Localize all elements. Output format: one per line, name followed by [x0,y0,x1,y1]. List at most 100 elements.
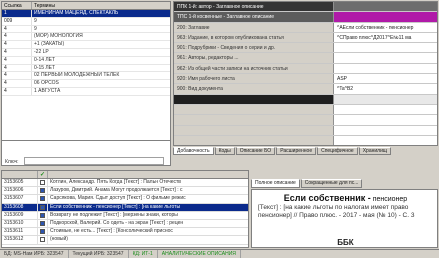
tab-6[interactable]: Хранилищ [358,147,391,155]
term-name: 06 ОРСОS [34,80,59,87]
record-checkbox[interactable] [40,180,45,186]
record-description: Если собственник - пенсионер [Текст] : [… [50,203,181,210]
list-item[interactable]: 4 (МОР) МОНОЛОГИЯ [2,33,170,42]
record-checkbox[interactable] [40,204,45,210]
grid-row[interactable]: 901: Подрубрики - Сведения о серии и др. [174,43,437,54]
term-code: 4 [2,80,32,87]
grid-row[interactable]: 963: Издание, в котором опубликована ста… [174,32,437,44]
field-name: 963: Издание, в котором опубликована ста… [174,32,334,43]
record-checkbox[interactable] [40,188,45,194]
column-header-description[interactable] [48,171,248,178]
list-item[interactable]: 4 02 ПЕРВЫЙ МОЛОДЕЖНЫЙ ТЕЛЕК [2,72,170,81]
field-name: 200: Заглавие [174,22,334,32]
list-item[interactable]: 1 ИМЕНИНАМ МАЦЕЯД. СПЕКТАКЛЬ [2,10,170,18]
table-row[interactable]: 3153610 Подкорской, Валерий. Со одеть - н… [2,219,248,229]
preview-tab-bar: Полное описание Сокращенные для пс... [251,179,438,188]
table-row[interactable]: 3153605 Котлин, Александр. Пять Когда [Те… [2,179,248,188]
column-header-term[interactable]: Термины [32,2,170,9]
records-table[interactable]: ✓ 3153605 Котлин, Александр. Пять Когда [… [1,170,249,248]
field-value[interactable] [334,94,437,104]
preview-tab-1[interactable]: Полное описание [251,179,300,188]
table-row[interactable]: 3153611 Стоимые, не есть... [Текст] : [Ко… [2,228,248,237]
table-row[interactable]: 3153612 (новый) [2,236,248,245]
field-value[interactable]: ASP [334,74,437,83]
record-checkbox[interactable] [40,212,45,218]
record-id: 3153612 [2,236,38,244]
table-row[interactable]: 3153607 Сарсякова, Мария. Сдыт доступ [Те… [2,195,248,204]
term-name: +1 (ЗАКАТЫ) [34,41,65,48]
field-value[interactable] [334,64,437,73]
record-check-cell [38,179,48,187]
column-header-check[interactable]: ✓ [38,171,48,178]
preview-text: [Текст] : [на какие льготы по налогам им… [258,204,415,219]
table-row[interactable]: 3153606 Лазуров, Дмитрий. Анама Могут про… [2,187,248,196]
grid-header-row[interactable]: ППК 1-й: автор - Заглавное описание [174,2,437,13]
grid-row[interactable] [174,125,437,136]
tab-3[interactable]: Описание БО [235,147,276,155]
grid-row[interactable] [174,115,437,126]
term-code: 4 [2,87,32,95]
search-input[interactable] [24,157,164,165]
list-item[interactable]: 4 0-14 ЛЕТ [2,56,170,65]
status-bar: БД: MS-Нам ИРБ: 323547 Текущий ИРБ: 32354… [0,249,439,258]
tab-5[interactable]: Специфичное [317,147,358,155]
list-item[interactable]: 009 9 [2,17,170,26]
grid-row[interactable]: 900: Вид документа ^Ta^B2 [174,84,437,95]
field-name: 920: Имя рабочего листа [174,74,334,84]
field-value[interactable] [334,105,437,114]
grid-row[interactable]: 200: Заглавие ^АЕсли собственник - пенсио… [174,22,437,33]
field-name: 900: Вид документа [174,84,334,94]
tab-2[interactable]: Коды [214,147,235,155]
field-value[interactable] [334,126,437,135]
list-item[interactable]: 41 АВГУСТА [2,87,170,96]
field-value[interactable] [334,12,437,22]
record-description: Стоимые, не есть... [Текст] : [Консоличе… [50,228,173,235]
record-checkbox[interactable] [40,196,45,202]
field-value[interactable]: ^СПраво плюс^Д2017^Е№11 ма [334,33,437,42]
column-header-id[interactable] [2,171,38,178]
field-value[interactable] [334,136,437,145]
field-name [174,125,334,135]
fields-grid[interactable]: ППК 1-й: автор - Заглавное описание ТПС … [173,1,438,146]
list-item[interactable]: 4 -22 LP [2,48,170,57]
field-value[interactable] [334,115,437,124]
term-name: 9 [34,17,37,24]
record-id: 3153605 [2,179,38,187]
tab-1[interactable]: Добавочность [173,147,214,155]
field-value [334,2,437,12]
field-value[interactable] [334,53,437,62]
field-value[interactable] [334,43,437,52]
grid-row[interactable]: 961: Авторы, редакторы ... [174,53,437,64]
record-description: Лазуров, Дмитрий. Анама Могут продолжает… [50,187,183,194]
record-checkbox[interactable] [40,237,45,243]
grid-row[interactable]: 920: Имя рабочего листа ASP [174,74,437,85]
preview-title-bold: Если собственник - [283,193,371,203]
term-code: 4 [2,33,32,41]
term-name: 0-14 ЛЕТ [34,56,56,63]
record-id: 3153606 [2,187,38,195]
term-name: 02 ПЕРВЫЙ МОЛОДЕЖНЫЙ ТЕЛЕК [34,72,120,79]
grid-row[interactable]: 962: Из общей части записи на источник с… [174,63,437,75]
list-item[interactable]: 4 06 ОРСОS [2,80,170,88]
field-value[interactable]: ^Ta^B2 [334,84,437,93]
tab-4[interactable]: Расширенное [276,147,317,155]
record-checkbox[interactable] [40,229,45,235]
terms-list[interactable]: Ссылка Термины 1 ИМЕНИНАМ МАЦЕЯД. СПЕКТАК… [1,1,171,153]
field-value[interactable]: ^АЕсли собственник - пенсионер [334,23,437,32]
table-row[interactable]: 3153609 Возврату не подлежит [Текст] : [м… [2,211,248,220]
grid-row[interactable]: ТПС 1-й косвенные - Заглавное описание [174,12,437,23]
table-row[interactable]: 3153608 Если собственник - пенсионер [Тек… [2,203,248,212]
record-check-cell [38,203,48,211]
record-checkbox[interactable] [40,221,45,227]
grid-row[interactable] [174,135,437,145]
records-table-header: ✓ [2,171,248,179]
list-item[interactable]: 49 [2,25,170,34]
grid-row[interactable] [174,94,437,105]
preview-tab-2[interactable]: Сокращенные для пс... [300,179,363,188]
list-item[interactable]: 4 0-15 ЛЕТ [2,64,170,73]
grid-row[interactable] [174,104,437,116]
column-header-code[interactable]: Ссылка [2,2,32,9]
preview-title-rest: пенсионер [370,196,408,203]
term-name: 9 [34,25,37,32]
list-item[interactable]: 4 +1 (ЗАКАТЫ) [2,41,170,49]
